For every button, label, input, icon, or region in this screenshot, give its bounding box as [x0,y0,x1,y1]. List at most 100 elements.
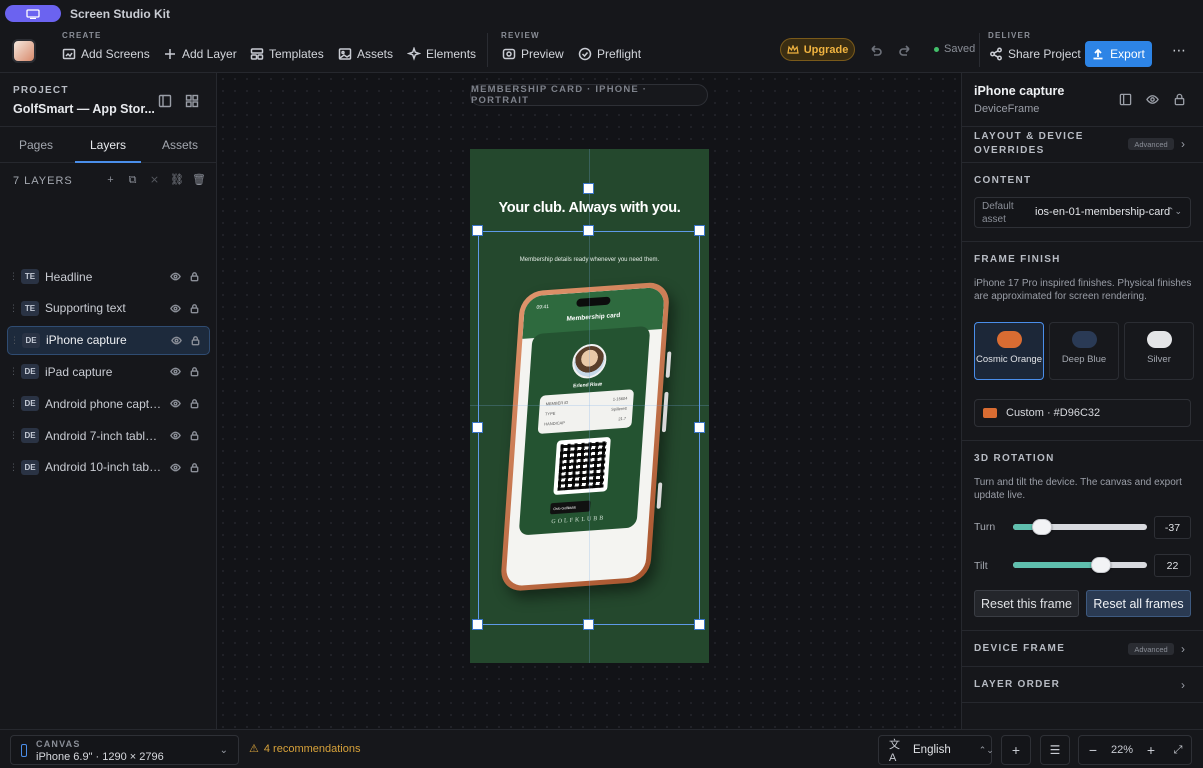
eye-icon[interactable] [168,301,182,315]
rotate-handle[interactable] [583,183,594,194]
eye-icon[interactable] [168,397,182,411]
canvas-area[interactable]: MEMBERSHIP CARD · IPHONE · PORTRAIT Your… [217,73,961,729]
app-switcher-button[interactable] [5,5,61,22]
custom-color-field[interactable]: Custom · #D96C32 [974,399,1191,427]
turn-slider-knob[interactable] [1032,519,1053,535]
lock-icon[interactable] [187,397,201,411]
trash-icon[interactable]: 🗑 [192,174,206,187]
layer-row[interactable]: ⋮⋮ DE Android 7-inch tablet c... [7,421,210,450]
lock-button[interactable] [1173,93,1187,107]
layer-row[interactable]: ⋮⋮ DE iPhone capture [7,325,210,355]
ungroup-icon[interactable]: ⨯ [148,174,161,187]
tab-assets[interactable]: Assets [144,127,216,162]
turn-slider[interactable] [1013,519,1147,535]
elements-button[interactable]: Elements [407,44,476,64]
monitor-icon [26,8,40,19]
eye-icon[interactable] [168,460,182,474]
drag-handle-icon[interactable]: ⋮⋮ [9,303,26,314]
resize-handle[interactable] [472,225,483,236]
drag-handle-icon[interactable]: ⋮⋮ [9,430,26,441]
upgrade-button[interactable]: Upgrade [780,38,855,61]
chevron-right-icon[interactable]: › [1181,643,1191,655]
custom-color-swatch[interactable] [983,408,997,418]
layout-overrides-section[interactable]: LAYOUT & DEVICE OVERRIDES [974,130,1104,158]
lock-icon[interactable] [187,301,201,315]
resize-handle[interactable] [583,619,594,630]
resize-handle[interactable] [694,422,705,433]
layer-row[interactable]: ⋮⋮ DE Android phone capture [7,389,210,418]
project-name[interactable]: GolfSmart — App Stor... [13,102,155,116]
panel-toggle-button[interactable] [1119,93,1133,107]
layer-row[interactable]: ⋮⋮ TE Headline [7,262,210,291]
drag-handle-icon[interactable]: ⋮⋮ [9,366,26,377]
eye-icon[interactable] [168,365,182,379]
default-asset-select[interactable]: Default asset ios-en-01-membership-card … [974,197,1191,228]
tilt-slider[interactable] [1013,557,1147,573]
app-logo[interactable] [12,39,36,63]
templates-button[interactable]: Templates [250,44,324,64]
visibility-button[interactable] [1146,93,1160,107]
export-button[interactable]: Export [1085,41,1152,67]
adjustments-button[interactable]: ☰ [1040,735,1070,765]
more-menu-button[interactable]: ⋯ [1172,42,1186,58]
layer-order-section[interactable]: LAYER ORDER [974,678,1060,692]
toggle-sidebar-button[interactable] [158,94,172,108]
drag-handle-icon[interactable]: ⋮⋮ [9,462,26,473]
add-screens-button[interactable]: Add Screens [62,44,150,64]
finish-option[interactable]: Silver [1124,322,1194,380]
duplicate-icon[interactable]: ⧉ [126,174,139,187]
finish-option[interactable]: Cosmic Orange [974,322,1044,380]
eye-icon[interactable] [168,270,182,284]
lock-icon[interactable] [187,429,201,443]
recommendations-link[interactable]: ⚠ 4 recommendations [249,742,360,756]
layer-row[interactable]: ⋮⋮ DE iPad capture [7,357,210,386]
lock-icon[interactable] [187,365,201,379]
resize-handle[interactable] [472,619,483,630]
fullscreen-icon[interactable]: ⤢ [1165,744,1191,757]
resize-handle[interactable] [694,225,705,236]
tilt-slider-knob[interactable] [1091,557,1112,573]
eye-icon[interactable] [169,333,183,347]
share-project-button[interactable]: Share Project [989,44,1081,64]
lock-icon[interactable] [187,460,201,474]
eye-icon[interactable] [168,429,182,443]
lock-icon[interactable] [187,270,201,284]
chevron-right-icon[interactable]: › [1181,138,1191,150]
layer-row[interactable]: ⋮⋮ DE Android 10-inch tablet ... [7,453,210,482]
resize-handle[interactable] [694,619,705,630]
turn-input[interactable]: -37 [1154,516,1191,539]
zoom-out-button[interactable]: − [1079,742,1107,758]
add-layer-icon[interactable]: + [104,174,117,187]
zoom-in-button[interactable]: + [1137,742,1165,758]
drag-handle-icon[interactable]: ⋮⋮ [9,398,26,409]
add-layer-button[interactable]: Add Layer [163,44,237,64]
selection-box[interactable] [478,231,700,625]
lock-icon[interactable] [188,333,202,347]
grid-view-button[interactable] [185,94,199,108]
canvas-size-select[interactable]: CANVAS iPhone 6.9" · 1290 × 2796 ⌄ [10,735,239,765]
assets-button[interactable]: Assets [338,44,393,64]
screen-frame[interactable]: Your club. Always with you. Membership d… [470,149,709,663]
drag-handle-icon[interactable]: ⋮⋮ [9,271,26,282]
preview-button[interactable]: Preview [502,44,564,64]
resize-handle[interactable] [583,225,594,236]
reset-frame-button[interactable]: Reset this frame [974,590,1079,617]
finish-option[interactable]: Deep Blue [1049,322,1119,380]
redo-button[interactable] [899,43,913,57]
tilt-input[interactable]: 22 [1154,554,1191,577]
zoom-level[interactable]: 22% [1107,744,1137,756]
undo-button[interactable] [868,43,882,57]
tab-pages[interactable]: Pages [0,127,72,162]
layer-row[interactable]: ⋮⋮ TE Supporting text [7,294,210,323]
drag-handle-icon[interactable]: ⋮⋮ [10,335,27,346]
bottom-bar: CANVAS iPhone 6.9" · 1290 × 2796 ⌄ ⚠ 4 r… [0,729,1203,768]
reset-all-frames-button[interactable]: Reset all frames [1086,590,1191,617]
resize-handle[interactable] [472,422,483,433]
device-frame-section[interactable]: DEVICE FRAME [974,642,1065,656]
tab-layers[interactable]: Layers [72,127,144,163]
add-language-button[interactable]: + [1001,735,1031,765]
link-icon[interactable]: ⛓ [170,174,184,187]
preflight-button[interactable]: Preflight [578,44,641,64]
language-select[interactable]: 文A English ⌃⌄ [878,735,994,765]
chevron-right-icon[interactable]: › [1181,679,1191,691]
